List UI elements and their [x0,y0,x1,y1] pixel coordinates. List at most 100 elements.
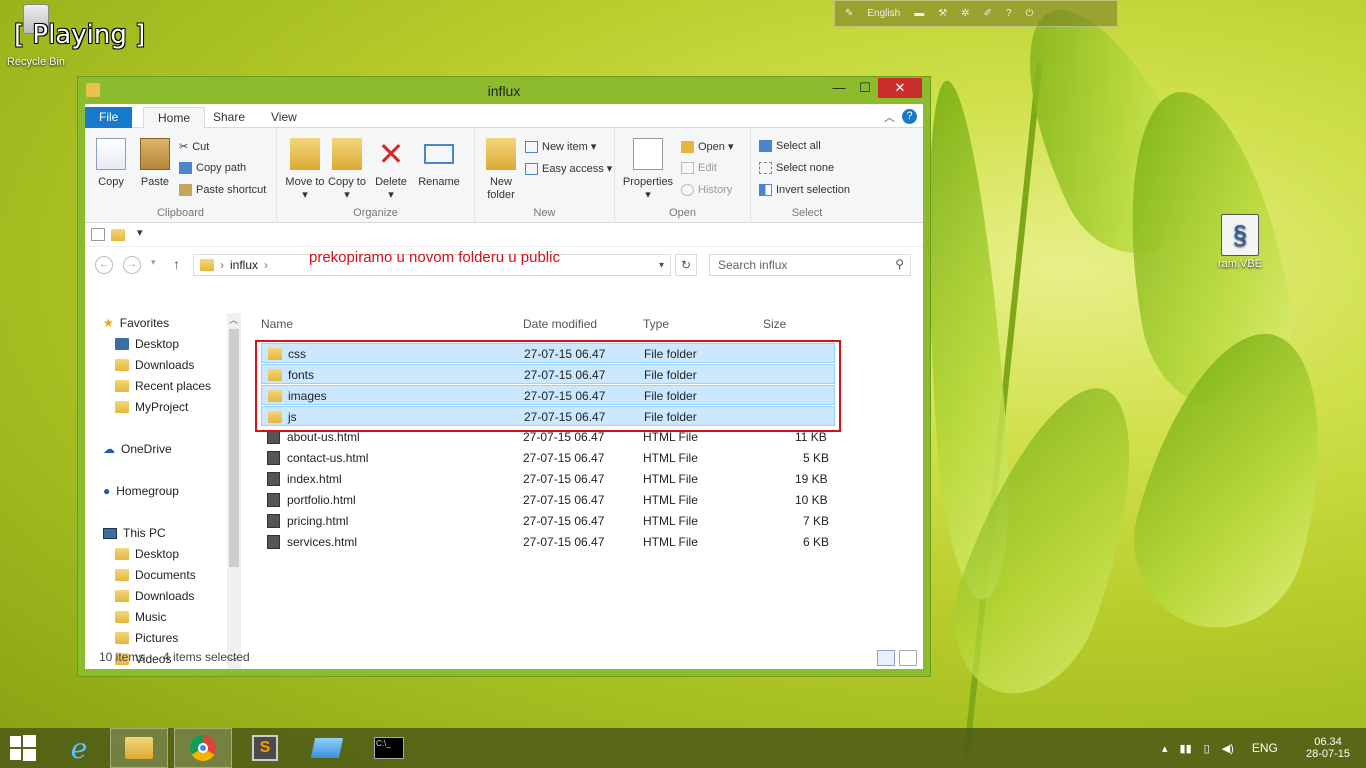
nav-homegroup[interactable]: ● Homegroup [103,481,179,501]
paste-button[interactable]: Paste [135,138,175,189]
nav-pc-documents[interactable]: Documents [115,565,196,585]
tool-icon[interactable]: ⚒ [938,8,947,19]
taskbar-cmd[interactable]: C:\_ [360,728,418,768]
nav-pc-desktop[interactable]: Desktop [115,544,179,564]
delete-button[interactable]: ✕ Delete ▾ [371,138,411,202]
minimize-icon[interactable]: ▬ [914,8,924,19]
breadcrumb-influx[interactable]: influx [230,258,258,272]
nav-fav-desktop[interactable]: Desktop [115,334,179,354]
scrollbar-thumb[interactable] [229,329,239,567]
playing-overlay: [ Playing ] [14,20,146,50]
ime-icon[interactable]: ✎ [845,8,853,19]
power-icon[interactable]: ⏻ [1026,8,1034,19]
forward-button[interactable]: → [123,256,141,274]
tab-file[interactable]: File [85,107,133,128]
select-all-button[interactable]: Select all [759,140,821,152]
music-icon [115,611,129,623]
file-row[interactable]: portfolio.html 27-07-15 06.47 HTML File 10 … [261,490,835,510]
customize-quick-access-icon[interactable]: ▾ [137,226,143,239]
edit-button[interactable]: Edit [681,162,717,174]
back-button[interactable]: ← [95,256,113,274]
network-icon[interactable]: ▮▮ [1180,742,1192,755]
clock-time: 06.34 [1314,736,1342,748]
tab-view[interactable]: View [257,107,311,129]
new-folder-quick-icon[interactable] [111,229,125,241]
title-bar[interactable]: influx — ☐ ✕ [78,77,930,104]
nav-fav-downloads[interactable]: Downloads [115,355,194,375]
properties-button[interactable]: Properties ▾ [621,138,675,202]
rename-button[interactable]: Rename [415,138,463,189]
language-label[interactable]: English [867,8,900,19]
nav-fav-recent[interactable]: Recent places [115,376,211,396]
nav-pc-downloads[interactable]: Downloads [115,586,194,606]
large-icons-view-icon[interactable] [899,650,917,666]
copy-to-button[interactable]: Copy to ▾ [327,138,367,202]
volume-icon[interactable]: ◀) [1222,742,1234,755]
start-button[interactable] [0,728,46,768]
file-row[interactable]: index.html 27-07-15 06.47 HTML File 19 KB [261,469,835,489]
paste-shortcut-button[interactable]: Paste shortcut [179,184,266,196]
easy-access-button[interactable]: Easy access ▾ [525,162,612,175]
cut-button[interactable]: ✂ Cut [179,140,209,154]
details-view-icon[interactable] [877,650,895,666]
nav-label: Recent places [135,379,212,393]
input-language[interactable]: ENG [1252,741,1278,755]
minimize-button[interactable]: — [826,78,852,98]
clock[interactable]: 06.34 28-07-15 [1300,728,1356,768]
pen-icon[interactable]: ✐ [984,8,992,19]
scroll-up-icon[interactable]: ︿ [229,313,238,326]
nav-scrollbar[interactable]: ︿ ﹀ [227,313,241,669]
column-date[interactable]: Date modified [523,317,597,331]
column-name[interactable]: Name [261,317,293,331]
file-row[interactable]: contact-us.html 27-07-15 06.47 HTML File 5 … [261,448,835,468]
file-row[interactable]: pricing.html 27-07-15 06.47 HTML File 7 KB [261,511,835,531]
copy-path-button[interactable]: Copy path [179,162,246,174]
nav-pc-pictures[interactable]: Pictures [115,628,178,648]
move-to-button[interactable]: Move to ▾ [285,138,325,202]
column-type[interactable]: Type [643,317,669,331]
help-icon[interactable]: ? [1006,8,1012,19]
address-dropdown-icon[interactable]: ▾ [659,260,664,271]
search-input[interactable]: Search influx ⚲ [709,254,911,276]
taskbar-explorer[interactable] [110,728,168,768]
taskbar-sublime[interactable]: S [236,728,294,768]
new-item-button[interactable]: New item ▾ [525,140,596,153]
select-all-label: Select all [776,140,821,152]
nav-favorites[interactable]: ★ Favorites [103,313,169,333]
tab-share[interactable]: Share [199,107,259,129]
taskbar-app[interactable] [298,728,356,768]
new-folder-button[interactable]: New folder [481,138,521,202]
taskbar-chrome[interactable] [174,728,232,768]
help-icon[interactable]: ? [902,109,917,124]
desktop-icon [115,548,129,560]
refresh-icon[interactable]: ↻ [675,254,697,276]
column-size[interactable]: Size [763,317,786,331]
up-button[interactable]: ↑ [173,256,180,272]
maximize-button[interactable]: ☐ [852,78,878,98]
invert-selection-button[interactable]: Invert selection [759,184,850,196]
nav-thispc[interactable]: This PC [103,523,166,543]
recent-locations-icon[interactable]: ▾ [151,257,156,268]
file-row[interactable]: services.html 27-07-15 06.47 HTML File 6 KB [261,532,835,552]
history-button[interactable]: History [681,184,732,196]
collapse-ribbon-icon[interactable]: ︿ [884,109,895,125]
pictures-icon [115,632,129,644]
properties-quick-icon[interactable] [91,228,105,241]
select-none-button[interactable]: Select none [759,162,834,174]
language-bar[interactable]: ✎ English ▬ ⚒ ✲ ✐ ? ⏻ [834,0,1118,27]
open-button[interactable]: Open ▾ [681,140,734,153]
battery-icon[interactable]: ▯ [1204,742,1210,755]
taskbar-ie[interactable]: e [50,728,108,768]
show-hidden-icons-icon[interactable]: ▴ [1162,742,1168,755]
search-icon[interactable]: ⚲ [895,257,904,271]
desktop-vbe-file[interactable]: § ram.VBE [1212,214,1268,270]
nav-pc-music[interactable]: Music [115,607,166,627]
properties-icon [633,138,663,170]
tab-home[interactable]: Home [143,107,206,129]
close-button[interactable]: ✕ [878,78,922,98]
copy-button[interactable]: Copy [91,138,131,189]
nav-onedrive[interactable]: ☁ OneDrive [103,439,172,459]
breadcrumb-chevron-icon[interactable]: › [264,258,268,272]
nav-fav-myproject[interactable]: MyProject [115,397,188,417]
settings-icon[interactable]: ✲ [961,8,969,19]
